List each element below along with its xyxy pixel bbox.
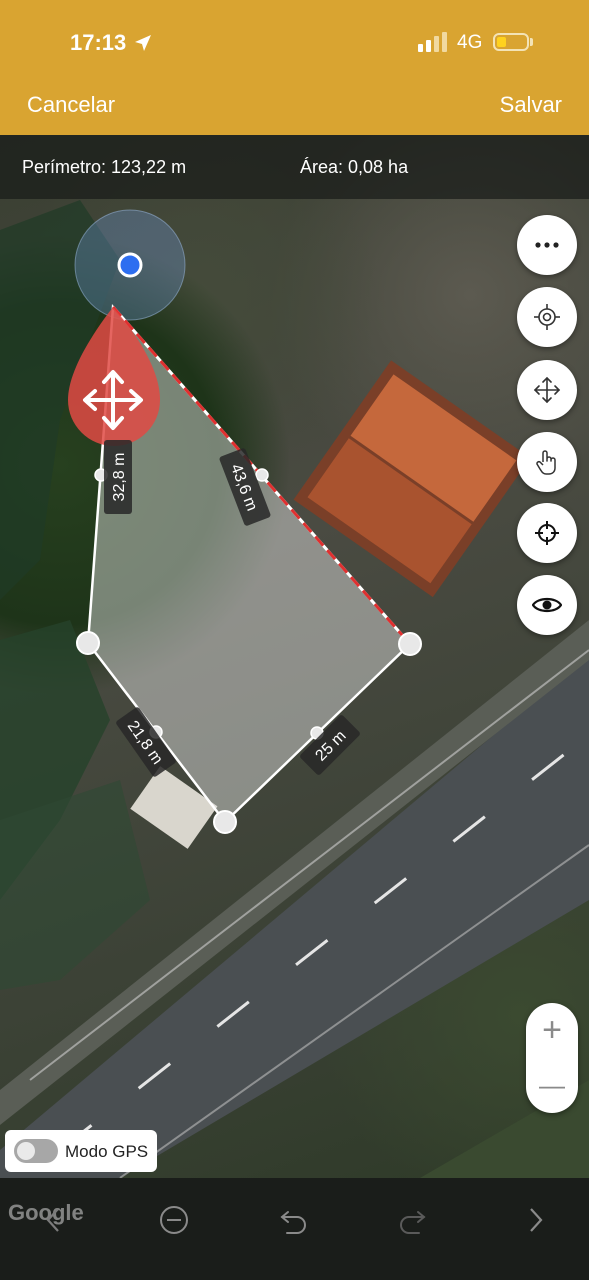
vertex (213, 810, 237, 834)
zoom-out-button[interactable]: — (526, 1058, 578, 1113)
signal-icon (418, 32, 447, 52)
network-type: 4G (457, 32, 483, 53)
battery-tip (530, 38, 533, 46)
location-arrow-icon (135, 35, 151, 51)
visibility-button[interactable] (517, 575, 577, 635)
undo-button[interactable] (272, 1198, 316, 1242)
toggle-knob (17, 1142, 35, 1160)
touch-hand-icon (536, 450, 556, 475)
segment-a-text: 32,8 m (111, 453, 128, 502)
status-time: 17:13 (70, 30, 127, 55)
location-target-icon (534, 304, 560, 330)
segment-label-a: 32,8 m (104, 440, 132, 514)
gps-mode-toggle[interactable] (14, 1139, 58, 1163)
eye-icon (532, 597, 562, 613)
move-button[interactable] (517, 360, 577, 420)
app-header: 17:13 4G Cancelar Salvar (0, 0, 589, 135)
measurement-info-bar: Perímetro: 123,22 m Área: 0,08 ha (0, 135, 589, 199)
location-target-button[interactable] (517, 287, 577, 347)
vertex (76, 631, 100, 655)
user-location-dot (117, 252, 143, 278)
more-options-button[interactable] (517, 215, 577, 275)
area-text: Área: 0,08 ha (300, 157, 409, 177)
more-icon (535, 242, 559, 248)
gps-mode-control: Modo GPS (5, 1130, 157, 1172)
midpoint (255, 468, 269, 482)
satellite-map[interactable]: 32,8 m 43,6 m 21,8 m 25 m Perímetro: 123… (0, 135, 589, 1178)
zoom-control: + — (526, 1003, 578, 1113)
cancel-button[interactable]: Cancelar (27, 92, 115, 118)
forward-button[interactable] (513, 1198, 557, 1242)
remove-point-button[interactable] (152, 1198, 196, 1242)
back-icon (46, 1208, 59, 1232)
vertex (398, 632, 422, 656)
bottom-toolbar: Google (0, 1178, 589, 1280)
remove-point-icon (160, 1206, 188, 1234)
map-overlay: 32,8 m 43,6 m 21,8 m 25 m (0, 200, 589, 1178)
crosshair-icon (535, 521, 559, 545)
zoom-in-button[interactable]: + (526, 1003, 578, 1058)
back-button[interactable] (32, 1198, 76, 1242)
redo-button[interactable] (390, 1198, 434, 1242)
crosshair-button[interactable] (517, 503, 577, 563)
move-icon (533, 376, 561, 404)
redo-icon (400, 1211, 426, 1234)
touch-mode-button[interactable] (517, 432, 577, 492)
forward-icon (530, 1208, 543, 1232)
battery-icon (493, 33, 529, 51)
perimeter-text: Perímetro: 123,22 m (22, 157, 187, 177)
gps-mode-label: Modo GPS (65, 1142, 149, 1161)
save-button[interactable]: Salvar (500, 92, 562, 118)
undo-icon (280, 1211, 306, 1234)
